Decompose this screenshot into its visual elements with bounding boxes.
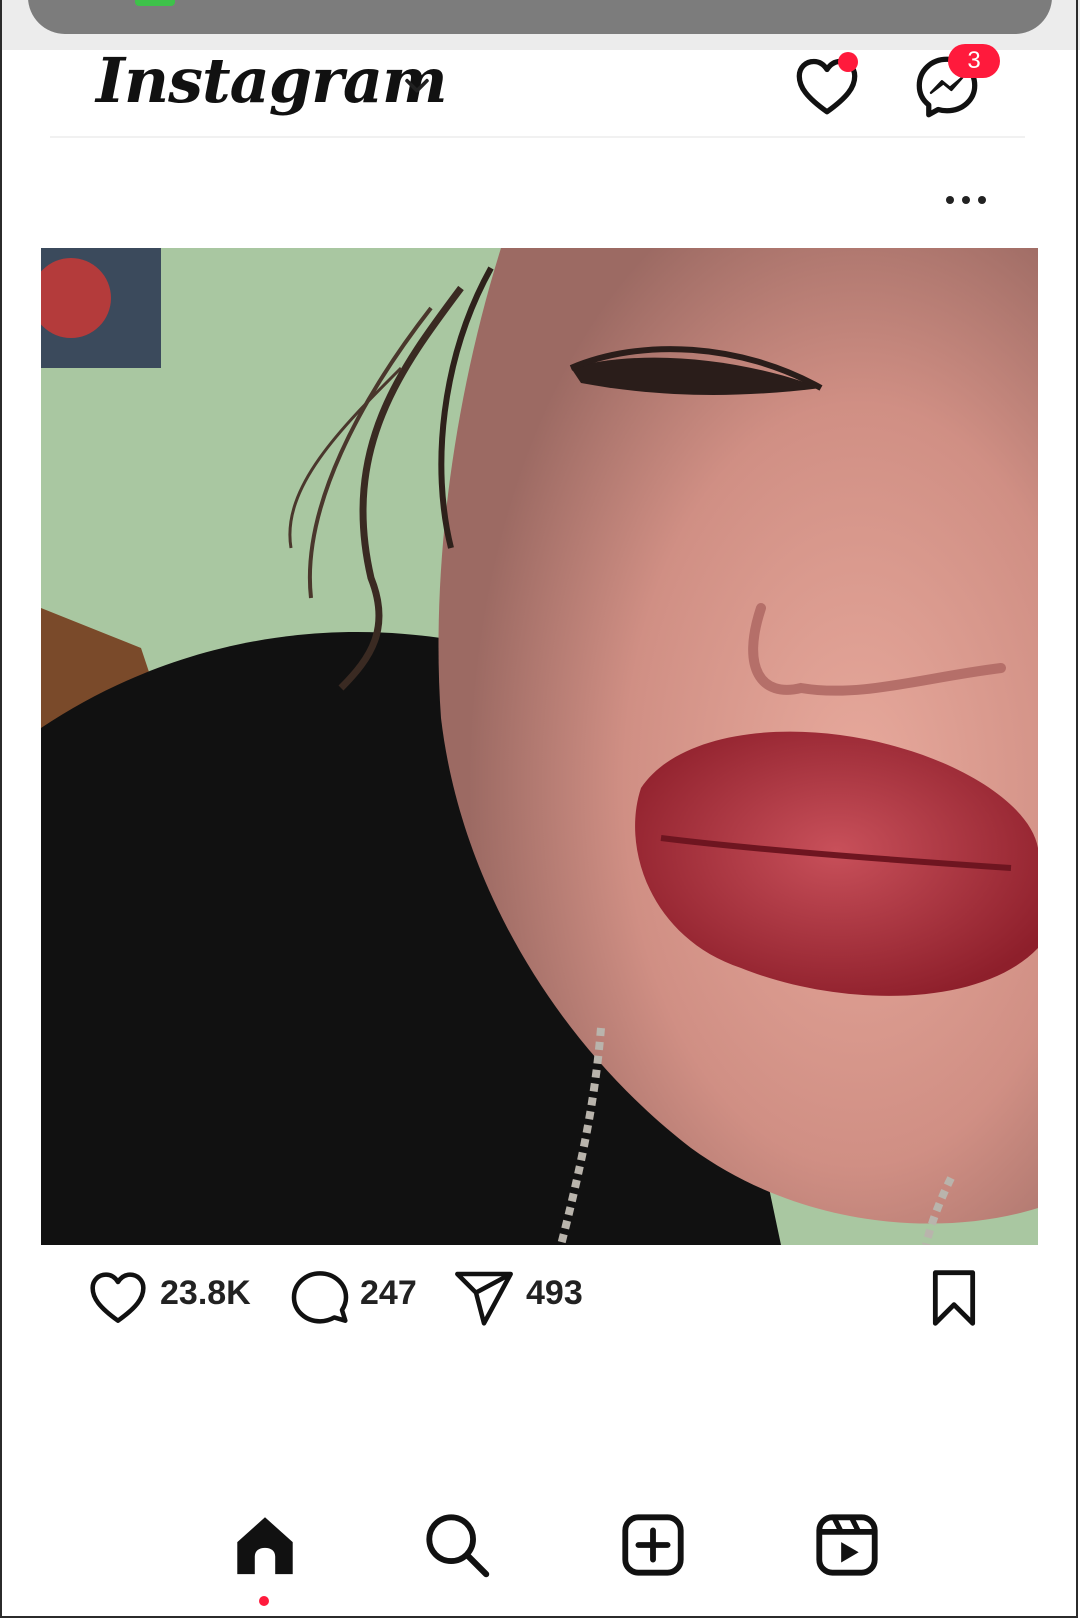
- bottom-navigation: [0, 1510, 1080, 1610]
- home-active-dot: [259, 1596, 269, 1606]
- top-overlay-bar: [0, 0, 1080, 50]
- more-options-icon: [946, 196, 954, 204]
- post-actions: 23.8K 247 493: [0, 1260, 1080, 1330]
- post-photo-illustration: [41, 248, 1038, 1245]
- app-header: Instagram 3: [0, 44, 1080, 138]
- header-divider: [50, 136, 1025, 138]
- overlay-pill: [28, 0, 1052, 34]
- instagram-logo[interactable]: Instagram: [96, 44, 448, 117]
- status-indicator: [135, 0, 175, 6]
- comments-count[interactable]: 247: [360, 1274, 417, 1313]
- post-more-options-button[interactable]: [936, 180, 996, 220]
- comment-icon[interactable]: [288, 1266, 352, 1330]
- share-icon[interactable]: [452, 1266, 516, 1330]
- notification-dot: [838, 52, 858, 72]
- reels-icon[interactable]: [812, 1510, 882, 1580]
- likes-count[interactable]: 23.8K: [160, 1274, 251, 1313]
- search-icon[interactable]: [422, 1510, 492, 1580]
- home-icon[interactable]: [230, 1510, 300, 1580]
- heart-icon[interactable]: [86, 1266, 150, 1330]
- create-icon[interactable]: [618, 1510, 688, 1580]
- chevron-down-icon[interactable]: [400, 68, 434, 102]
- messages-badge: 3: [948, 44, 1000, 78]
- bookmark-icon[interactable]: [922, 1266, 986, 1330]
- shares-count[interactable]: 493: [526, 1274, 583, 1313]
- post-photo[interactable]: [41, 248, 1038, 1245]
